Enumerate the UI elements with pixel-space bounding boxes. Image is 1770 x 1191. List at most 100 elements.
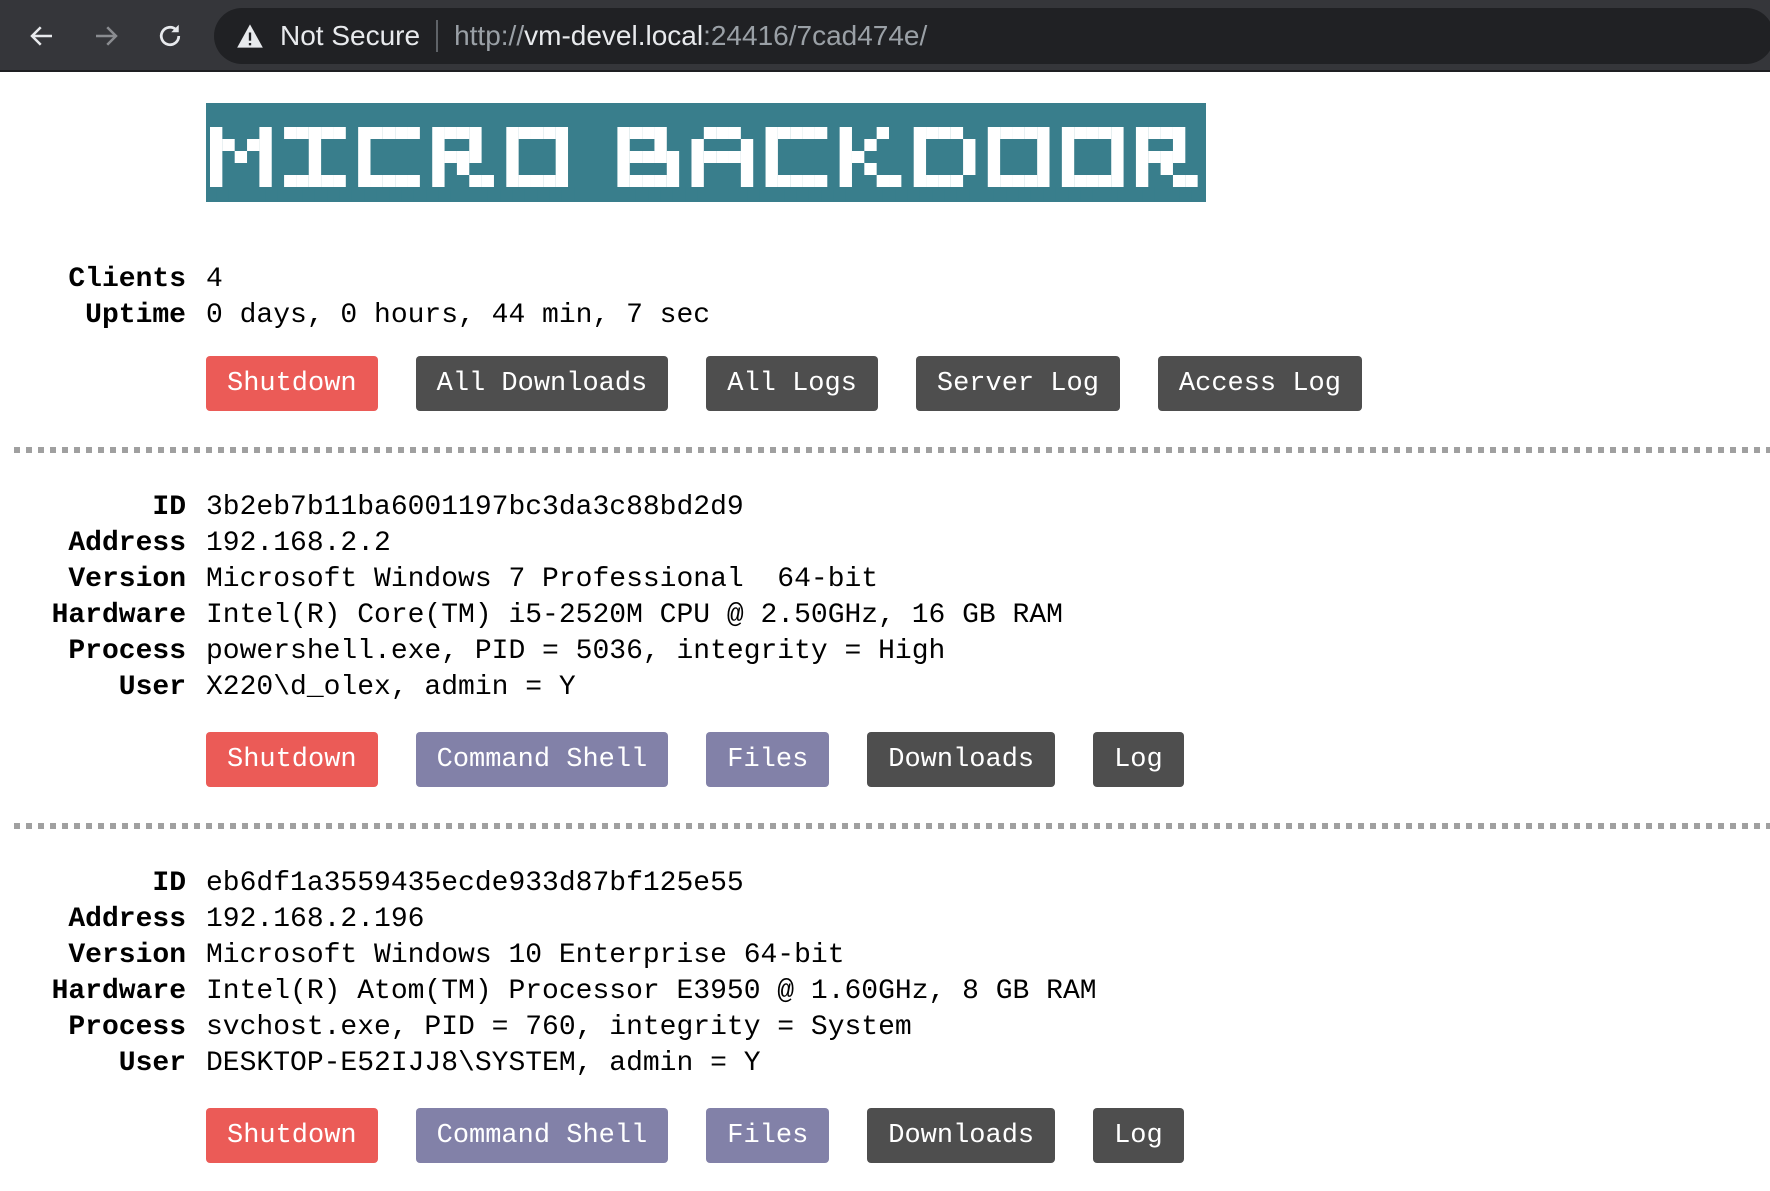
logo-pixel [987, 151, 1001, 163]
logo-pixel [963, 151, 976, 163]
logo-shadow [1068, 187, 1081, 202]
log-button[interactable]: Log [1093, 732, 1184, 787]
files-button[interactable]: Files [706, 732, 830, 787]
logo-pixel [469, 127, 482, 139]
client-address: 192.168.2.196 [206, 904, 425, 935]
logo-shadow [1018, 187, 1031, 202]
reload-button[interactable] [152, 18, 188, 54]
command-shell-button[interactable]: Command Shell [415, 732, 669, 787]
logo-pixel [777, 175, 791, 187]
all-downloads-button[interactable]: All Downloads [415, 356, 669, 411]
logo-shadow [216, 187, 229, 202]
logo-pixel [1185, 175, 1198, 187]
logo-pixel [1160, 151, 1173, 163]
logo-shadow [1043, 187, 1056, 202]
logo-pixel [642, 151, 655, 163]
access-log-button[interactable]: Access Log [1157, 356, 1362, 411]
logo-shadow [648, 187, 661, 202]
command-shell-button[interactable]: Command Shell [415, 1108, 669, 1163]
server-shutdown-button[interactable]: Shutdown [206, 356, 378, 411]
logo-pixel [1074, 127, 1087, 139]
logo-pixel [963, 163, 976, 175]
logo-pixel [210, 151, 223, 163]
back-button[interactable] [24, 18, 60, 54]
client-user: DESKTOP-E52IJJ8\SYSTEM, admin = Y [206, 1048, 761, 1079]
logo-pixel [703, 127, 717, 139]
downloads-button[interactable]: Downloads [867, 732, 1056, 787]
clients-value: 4 [206, 264, 223, 295]
logo-pixel [210, 139, 223, 151]
field-label: Process [68, 1012, 186, 1043]
logo-pixel [864, 139, 877, 151]
logo-shadow [413, 187, 427, 202]
logo-pixel [851, 151, 865, 163]
logo-shadow [265, 187, 278, 202]
logo-pixel [1037, 127, 1050, 139]
logo-pixel [444, 151, 457, 163]
log-button[interactable]: Log [1093, 1108, 1184, 1163]
warning-triangle-icon [237, 24, 263, 48]
logo-pixel [469, 175, 482, 187]
logo-shadow [339, 187, 352, 202]
forward-button[interactable] [88, 18, 124, 54]
server-log-button[interactable]: Server Log [915, 356, 1120, 411]
logo-pixel [617, 139, 630, 151]
logo-pixel [370, 175, 383, 187]
uptime-row: Uptime 0 days, 0 hours, 44 min, 7 sec [0, 298, 710, 334]
logo-pixel [1037, 139, 1050, 151]
server-actions: Shutdown All Downloads All Logs Server L… [206, 356, 1362, 411]
logo-pixel [358, 163, 371, 175]
client-hardware-row: Hardware Intel(R) Atom(TM) Processor E39… [0, 974, 1097, 1010]
client-version: Microsoft Windows 7 Professional 64-bit [206, 564, 879, 595]
logo-pixel [333, 127, 346, 139]
logo-shadow [327, 187, 340, 202]
security-label[interactable]: Not Secure [280, 20, 420, 52]
client-process: powershell.exe, PID = 5036, integrity = … [206, 636, 946, 667]
url-text[interactable]: http://vm-devel.local:24416/7cad474e/ [454, 20, 927, 52]
logo-pixel [913, 163, 927, 175]
downloads-button[interactable]: Downloads [867, 1108, 1056, 1163]
logo-pixel [259, 139, 272, 151]
files-button[interactable]: Files [706, 1108, 830, 1163]
logo-pixel [210, 127, 223, 139]
logo-pixel [1135, 151, 1149, 163]
logo-pixel [629, 127, 643, 139]
logo-pixel [938, 127, 951, 139]
logo-pixel [456, 151, 470, 163]
logo-shadow [635, 187, 649, 202]
logo-pixel [987, 163, 1001, 175]
logo-pixel [1061, 175, 1075, 187]
field-label: Address [68, 528, 186, 559]
logo-pixel [1037, 163, 1050, 175]
logo-pixel [555, 139, 569, 151]
logo-shadow [302, 187, 315, 202]
logo-shadow [919, 187, 933, 202]
client-version: Microsoft Windows 10 Enterprise 64-bit [206, 940, 845, 971]
address-bar[interactable]: Not Secure http://vm-devel.local:24416/7… [214, 8, 1770, 64]
logo-pixel [839, 151, 852, 163]
logo-shadow [549, 187, 562, 202]
logo-shadow [1006, 187, 1019, 202]
logo-pixel [839, 139, 852, 151]
logo-pixel [1135, 127, 1149, 139]
logo-pixel [456, 127, 470, 139]
logo-pixel [259, 127, 272, 139]
logo-pixel [1061, 163, 1075, 175]
logo-pixel [1086, 127, 1099, 139]
clients-label: Clients [68, 264, 186, 295]
logo-pixel [469, 139, 482, 151]
logo-pixel [1111, 175, 1124, 187]
client-hardware: Intel(R) Atom(TM) Processor E3950 @ 1.60… [206, 976, 1097, 1007]
client-id: eb6df1a3559435ecde933d87bf125e55 [206, 868, 744, 899]
logo-pixel [654, 127, 667, 139]
logo-shadow [512, 187, 525, 202]
client-shutdown-button[interactable]: Shutdown [206, 732, 378, 787]
all-logs-button[interactable]: All Logs [706, 356, 878, 411]
logo-shadow [771, 187, 785, 202]
logo-pixel [518, 127, 531, 139]
logo-shadow [290, 187, 303, 202]
client-id: 3b2eb7b11ba6001197bc3da3c88bd2d9 [206, 492, 744, 523]
client-shutdown-button[interactable]: Shutdown [206, 1108, 378, 1163]
client-address-row: Address 192.168.2.196 [0, 902, 424, 938]
logo-pixel [1024, 175, 1038, 187]
